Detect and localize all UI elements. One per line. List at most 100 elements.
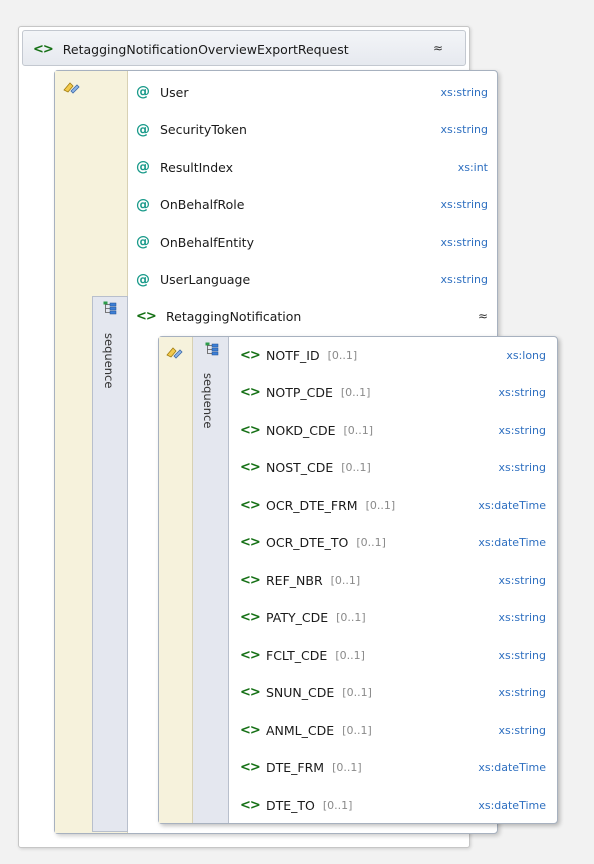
sequence-icon: [103, 301, 117, 315]
attribute-row[interactable]: @ User xs:string: [136, 80, 488, 104]
attribute-row[interactable]: @ ResultIndex xs:int: [136, 155, 488, 179]
element-row[interactable]: <> NOKD_CDE [0..1] xs:string: [240, 418, 546, 442]
element-occurrence: [0..1]: [336, 611, 366, 624]
element-type: xs:string: [498, 386, 546, 399]
attribute-type: xs:string: [440, 198, 488, 211]
element-name: DTE_TO: [266, 797, 315, 813]
element-occurrence: [0..1]: [342, 723, 372, 737]
element-name: REF_NBR: [266, 572, 323, 588]
element-row[interactable]: <> DTE_FRM [0..1] xs:dateTime: [240, 756, 546, 780]
attribute-type: xs:int: [457, 160, 488, 174]
element-name: NOKD_CDE: [266, 422, 336, 438]
element-icon: <>: [136, 308, 157, 324]
element-occurrence: [0..1]: [330, 573, 361, 587]
root-element-name: RetaggingNotificationOverviewExportReque…: [62, 41, 349, 57]
sequence-label: sequence: [102, 333, 116, 389]
attribute-row[interactable]: @ OnBehalfRole xs:string: [136, 193, 488, 217]
inner-sequence-label: sequence: [201, 373, 215, 429]
attribute-type: xs:string: [440, 235, 488, 249]
attribute-type: xs:string: [440, 85, 488, 99]
child-element-name: RetaggingNotification: [166, 308, 302, 324]
attribute-icon: @: [136, 121, 150, 138]
attribute-icon: @: [136, 234, 150, 250]
element-icon: <>: [240, 497, 261, 513]
element-row[interactable]: <> NOTP_CDE [0..1] xs:string: [240, 381, 546, 405]
complex-type-icon: [166, 347, 183, 359]
element-icon: <>: [240, 722, 261, 738]
attribute-name: OnBehalfEntity: [160, 234, 254, 250]
element-occurrence: [0..1]: [322, 798, 353, 812]
attribute-name: UserLanguage: [160, 272, 251, 287]
element-icon: <>: [240, 535, 261, 550]
element-row[interactable]: <> PATY_CDE [0..1] xs:string: [240, 606, 546, 630]
element-occurrence: [0..1]: [341, 461, 371, 474]
attribute-name: OnBehalfRole: [160, 197, 245, 212]
element-type: xs:dateTime: [478, 536, 546, 549]
element-icon: <>: [240, 572, 261, 588]
attribute-type: xs:string: [440, 273, 488, 286]
element-row[interactable]: <> ANML_CDE [0..1] xs:string: [240, 718, 546, 742]
element-row[interactable]: <> FCLT_CDE [0..1] xs:string: [240, 643, 546, 667]
element-icon: <>: [240, 610, 261, 625]
element-type: xs:long: [506, 348, 546, 362]
element-name: FCLT_CDE: [266, 647, 328, 663]
attribute-icon: @: [136, 159, 150, 175]
element-row[interactable]: <> OCR_DTE_TO [0..1] xs:dateTime: [240, 531, 546, 555]
element-name: NOTF_ID: [266, 347, 320, 363]
element-name: NOST_CDE: [266, 460, 334, 475]
element-name: NOTP_CDE: [266, 385, 333, 400]
collapse-icon[interactable]: ≈: [433, 41, 443, 55]
element-occurrence: [0..1]: [332, 761, 362, 774]
attribute-name: ResultIndex: [160, 159, 234, 175]
attribute-icon: @: [136, 84, 150, 100]
collapse-icon[interactable]: ≈: [478, 309, 488, 323]
element-occurrence: [0..1]: [340, 386, 371, 399]
element-icon: <>: [240, 385, 261, 400]
element-type: xs:dateTime: [478, 761, 546, 774]
attribute-icon: @: [136, 271, 150, 288]
sequence-icon: [205, 342, 219, 356]
complex-type-icon: [63, 82, 80, 94]
attribute-row[interactable]: @ UserLanguage xs:string: [136, 268, 488, 292]
element-type: xs:string: [498, 573, 546, 587]
element-occurrence: [0..1]: [356, 536, 386, 549]
attribute-row[interactable]: @ OnBehalfEntity xs:string: [136, 230, 488, 254]
element-row[interactable]: <> SNUN_CDE [0..1] xs:string: [240, 681, 546, 705]
element-row[interactable]: <> NOST_CDE [0..1] xs:string: [240, 456, 546, 480]
element-type: xs:string: [498, 461, 546, 474]
element-row[interactable]: <> REF_NBR [0..1] xs:string: [240, 568, 546, 592]
element-occurrence: [0..1]: [343, 423, 374, 437]
element-type: xs:string: [498, 686, 546, 699]
inner-complex-type-strip: [159, 337, 193, 823]
element-occurrence: [0..1]: [335, 648, 365, 662]
element-type: xs:string: [498, 611, 546, 624]
element-name: PATY_CDE: [266, 610, 329, 625]
sequence-compositor: sequence: [92, 296, 128, 832]
element-row[interactable]: <> NOTF_ID [0..1] xs:long: [240, 343, 546, 367]
element-type: xs:dateTime: [478, 498, 546, 512]
element-name: ANML_CDE: [266, 722, 335, 738]
attribute-row[interactable]: @ SecurityToken xs:string: [136, 118, 488, 142]
element-type: xs:dateTime: [478, 798, 546, 812]
inner-sequence-compositor: sequence: [193, 337, 229, 823]
element-row[interactable]: <> DTE_TO [0..1] xs:dateTime: [240, 793, 546, 817]
child-element-row[interactable]: <> RetaggingNotification ≈: [136, 304, 488, 328]
element-row[interactable]: <> OCR_DTE_FRM [0..1] xs:dateTime: [240, 493, 546, 517]
element-icon: <>: [240, 460, 261, 475]
element-icon: <>: [240, 422, 261, 438]
element-icon: <>: [240, 347, 261, 363]
element-name: DTE_FRM: [266, 760, 325, 775]
element-occurrence: [0..1]: [342, 686, 372, 699]
element-icon: <>: [240, 760, 261, 775]
attribute-name: SecurityToken: [160, 122, 247, 137]
element-icon: <>: [240, 647, 261, 663]
attribute-icon: @: [136, 196, 150, 213]
element-icon: <>: [33, 41, 54, 57]
element-type: xs:string: [498, 648, 546, 662]
element-type: xs:string: [498, 723, 546, 737]
root-element-title-row: <> RetaggingNotificationOverviewExportRe…: [33, 31, 349, 67]
root-element-header[interactable]: <> RetaggingNotificationOverviewExportRe…: [22, 30, 466, 66]
element-name: OCR_DTE_FRM: [266, 497, 358, 513]
element-occurrence: [0..1]: [327, 348, 358, 362]
element-name: OCR_DTE_TO: [266, 535, 349, 550]
